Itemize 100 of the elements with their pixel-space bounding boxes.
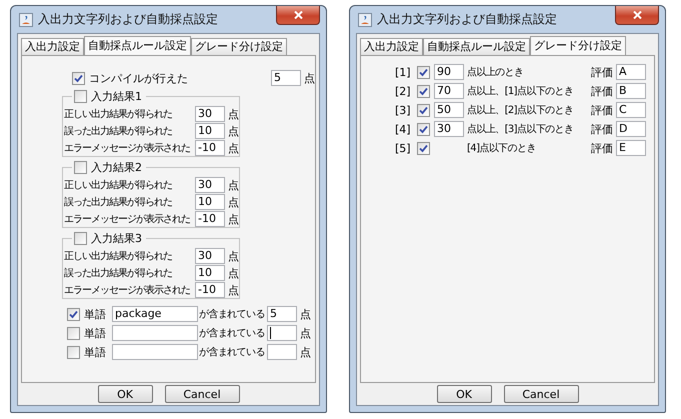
close-icon (632, 11, 642, 19)
input-field[interactable]: 10 (195, 123, 225, 139)
condition-label: 点以上、[3]点以下のとき (467, 122, 574, 136)
contains-label: が含まれている (199, 326, 266, 340)
tab[interactable]: グレード分け設定 (530, 36, 626, 56)
checkbox[interactable] (67, 308, 80, 320)
ok-button[interactable]: OK (98, 385, 152, 403)
checkbox[interactable] (67, 326, 80, 340)
input-field[interactable]: 5 (267, 306, 297, 322)
input-field[interactable] (267, 325, 297, 341)
input-field[interactable]: 30 (195, 248, 225, 264)
input-field[interactable]: 30 (195, 177, 225, 193)
input-field[interactable]: -10 (195, 140, 225, 156)
condition-label: [4]点以下のとき (467, 142, 537, 155)
unit-label: 点 (228, 194, 239, 210)
input-field[interactable]: package (112, 306, 198, 322)
unit-label: 点 (304, 70, 315, 86)
close-button[interactable] (615, 6, 659, 25)
input-field[interactable] (267, 344, 297, 360)
group-title: 入力結果2 (91, 160, 142, 175)
input-field[interactable]: B (616, 83, 646, 99)
index-label: [3] (395, 104, 412, 116)
checkbox[interactable] (74, 161, 87, 174)
rule-label: 正しい出力結果が得られた (64, 250, 173, 263)
grade-label: 評価 (591, 102, 614, 118)
word-label: 単語 (84, 326, 107, 340)
input-field[interactable]: -10 (195, 211, 225, 227)
close-button[interactable] (276, 6, 320, 25)
condition-label: 点以上、[2]点以下のとき (467, 104, 574, 117)
input-field[interactable] (112, 344, 198, 360)
rule-label: 正しい出力結果が得られた (64, 108, 173, 121)
compile-label: コンパイルが行えた (89, 70, 188, 86)
contains-label: が含まれている (199, 346, 266, 359)
group-title: 入力結果3 (91, 231, 142, 246)
input-field[interactable]: 30 (434, 121, 464, 137)
app-icon (19, 12, 33, 26)
tab[interactable]: 自動採点ルール設定 (84, 36, 191, 56)
rule-label: エラーメッセージが表示された (64, 212, 191, 226)
rule-label: 正しい出力結果が得られた (64, 178, 173, 192)
tab[interactable]: 入出力設定 (360, 38, 423, 55)
ok-button[interactable]: OK (436, 385, 492, 403)
close-icon (294, 11, 302, 19)
window-title: 入出力文字列および自動採点設定 (38, 11, 219, 28)
input-field[interactable]: 90 (434, 64, 464, 80)
unit-label: 点 (228, 124, 239, 138)
unit-label: 点 (228, 140, 239, 156)
unit-label: 点 (300, 344, 311, 360)
rule-label: エラーメッセージが表示された (64, 284, 191, 297)
checkbox[interactable] (74, 90, 87, 103)
checkbox[interactable] (417, 104, 430, 116)
index-label: [5] (395, 142, 412, 154)
rule-label: 誤った出力結果が得られた (64, 266, 173, 280)
checkbox[interactable] (417, 142, 430, 154)
tab[interactable]: グレード分け設定 (191, 38, 287, 55)
input-field[interactable]: A (616, 64, 646, 80)
checkbox[interactable] (417, 66, 430, 78)
checkbox[interactable] (417, 84, 430, 98)
tab[interactable]: 自動採点ルール設定 (423, 38, 530, 55)
index-label: [1] (395, 66, 412, 78)
input-field[interactable]: 30 (195, 106, 225, 122)
grade-label: 評価 (591, 84, 614, 98)
index-label: [4] (395, 122, 412, 136)
checkbox[interactable] (74, 232, 87, 245)
input-field[interactable]: 50 (434, 102, 464, 118)
input-field[interactable]: 5 (271, 70, 301, 86)
checkbox[interactable] (67, 346, 80, 358)
condition-label: 点以上、[1]点以下のとき (467, 84, 574, 98)
unit-label: 点 (228, 212, 239, 226)
input-field[interactable]: -10 (195, 282, 225, 298)
word-label: 単語 (84, 306, 107, 322)
unit-label: 点 (228, 282, 239, 298)
unit-label: 点 (228, 266, 239, 280)
input-field[interactable]: E (616, 140, 646, 156)
input-field[interactable]: D (616, 121, 646, 137)
input-field[interactable]: 70 (434, 83, 464, 99)
input-field[interactable]: C (616, 102, 646, 118)
checkbox[interactable] (72, 72, 85, 84)
word-label: 単語 (84, 344, 107, 360)
grade-label: 評価 (591, 122, 614, 136)
window-title: 入出力文字列および自動採点設定 (377, 11, 558, 28)
contains-label: が含まれている (199, 308, 266, 321)
app-icon (358, 12, 372, 26)
cancel-button[interactable]: Cancel (504, 385, 578, 403)
rule-label: 誤った出力結果が得られた (64, 196, 173, 209)
input-field[interactable]: 10 (195, 265, 225, 281)
unit-label: 点 (228, 248, 239, 264)
rule-label: エラーメッセージが表示された (64, 142, 191, 155)
tab[interactable]: 入出力設定 (21, 38, 84, 55)
unit-label: 点 (228, 106, 239, 122)
input-field[interactable] (112, 325, 198, 341)
grade-label: 評価 (591, 140, 614, 156)
index-label: [2] (395, 84, 412, 98)
unit-label: 点 (228, 178, 239, 192)
condition-label: 点以上のとき (467, 66, 524, 79)
unit-label: 点 (300, 326, 311, 340)
cancel-button[interactable]: Cancel (164, 385, 240, 403)
unit-label: 点 (300, 306, 311, 322)
input-field[interactable]: 10 (195, 194, 225, 210)
grade-label: 評価 (591, 64, 614, 80)
checkbox[interactable] (417, 122, 430, 136)
